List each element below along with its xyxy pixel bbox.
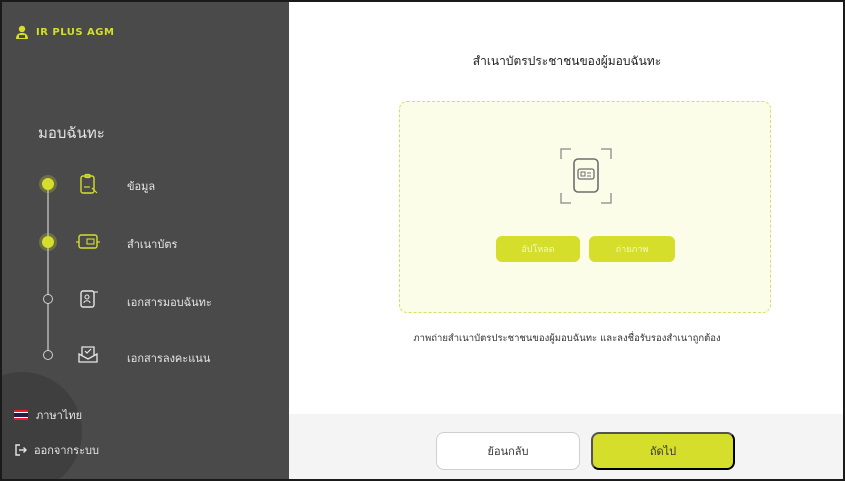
app-frame: IR PLUS AGM มอบฉันทะ ข้อมูล สำเนาบัตร เอ… bbox=[0, 0, 845, 481]
clipboard-icon bbox=[80, 173, 98, 194]
logout-button[interactable]: ออกจากระบบ bbox=[14, 441, 99, 459]
thai-flag-icon bbox=[14, 410, 28, 421]
step-status-dot bbox=[42, 178, 54, 190]
main-content: สำเนาบัตรประชาชนของผู้มอบฉันทะ อัปโหลด ถ… bbox=[289, 2, 843, 479]
upload-dropzone[interactable]: อัปโหลด ถ่ายภาพ bbox=[399, 101, 771, 313]
user-shield-icon bbox=[16, 25, 28, 39]
step-status-dot bbox=[43, 350, 53, 360]
step-status-dot bbox=[42, 236, 54, 248]
page-title: สำเนาบัตรประชาชนของผู้มอบฉันทะ bbox=[472, 54, 662, 68]
camera-button[interactable]: ถ่ายภาพ bbox=[589, 236, 675, 262]
brand-name: IR PLUS AGM bbox=[36, 26, 115, 38]
upload-hint: ภาพถ่ายสำเนาบัตรประชาชนของผู้มอบฉันทะ แล… bbox=[413, 333, 721, 344]
language-selector[interactable]: ภาษาไทย bbox=[14, 406, 82, 424]
steps-connector bbox=[47, 184, 49, 356]
id-card-icon bbox=[76, 234, 100, 249]
sidebar: IR PLUS AGM มอบฉันทะ ข้อมูล สำเนาบัตร เอ… bbox=[2, 2, 289, 479]
brand: IR PLUS AGM bbox=[14, 24, 114, 40]
back-button[interactable]: ย้อนกลับ bbox=[436, 432, 580, 470]
next-button[interactable]: ถัดไป bbox=[591, 432, 735, 470]
footer-bar: ย้อนกลับ ถัดไป bbox=[289, 414, 843, 479]
proxy-document-icon bbox=[80, 290, 98, 308]
id-card-scan-icon bbox=[560, 148, 612, 204]
upload-button[interactable]: อัปโหลด bbox=[496, 236, 580, 262]
section-title: มอบฉันทะ bbox=[38, 124, 105, 142]
logout-icon bbox=[15, 444, 27, 456]
step-label: สำเนาบัตร bbox=[127, 238, 178, 251]
language-label: ภาษาไทย bbox=[36, 409, 83, 422]
step-status-dot bbox=[43, 294, 53, 304]
sidebar-decoration bbox=[2, 372, 82, 479]
logout-label: ออกจากระบบ bbox=[34, 444, 99, 457]
ballot-icon bbox=[78, 346, 98, 363]
step-label: ข้อมูล bbox=[127, 180, 156, 193]
step-label: เอกสารลงคะแนน bbox=[127, 352, 211, 365]
step-label: เอกสารมอบฉันทะ bbox=[127, 296, 212, 309]
